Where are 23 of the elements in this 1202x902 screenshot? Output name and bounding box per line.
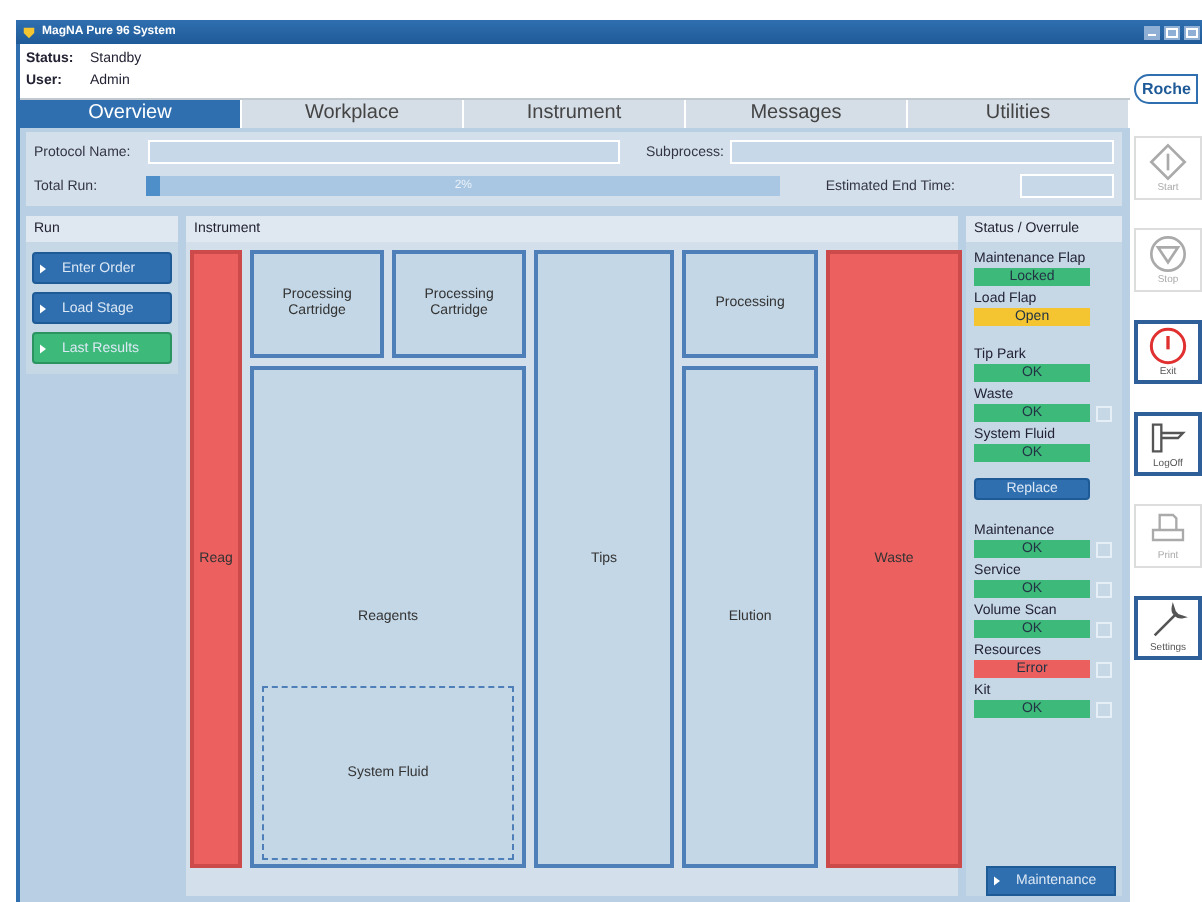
overrule-checkbox[interactable] xyxy=(1096,701,1113,717)
overrule-checkbox[interactable] xyxy=(1096,621,1113,637)
overrule-checkbox[interactable] xyxy=(1096,581,1113,597)
stop-icon xyxy=(1148,234,1188,274)
overrule-checkbox[interactable] xyxy=(1096,661,1113,677)
start-icon xyxy=(1148,142,1188,182)
arrow-icon xyxy=(40,303,46,313)
arrow-icon xyxy=(40,263,46,273)
door-icon xyxy=(1148,418,1188,458)
wrench-icon xyxy=(1148,602,1188,642)
app-icon xyxy=(22,25,36,39)
tab[interactable]: Overview xyxy=(20,100,242,128)
end-time-field[interactable] xyxy=(1020,174,1114,198)
overrule-checkbox[interactable] xyxy=(1096,405,1113,421)
maximize-icon[interactable] xyxy=(1164,25,1180,39)
minimize-icon[interactable] xyxy=(1144,25,1160,39)
roche-logo: Roche xyxy=(1134,74,1199,104)
protocol-name-field[interactable] xyxy=(148,140,620,164)
arrow-icon xyxy=(994,876,1001,886)
power-icon xyxy=(1148,326,1188,366)
overrule-checkbox[interactable] xyxy=(1096,541,1113,557)
arrow-icon xyxy=(40,343,46,353)
subprocess-field[interactable] xyxy=(729,140,1114,164)
